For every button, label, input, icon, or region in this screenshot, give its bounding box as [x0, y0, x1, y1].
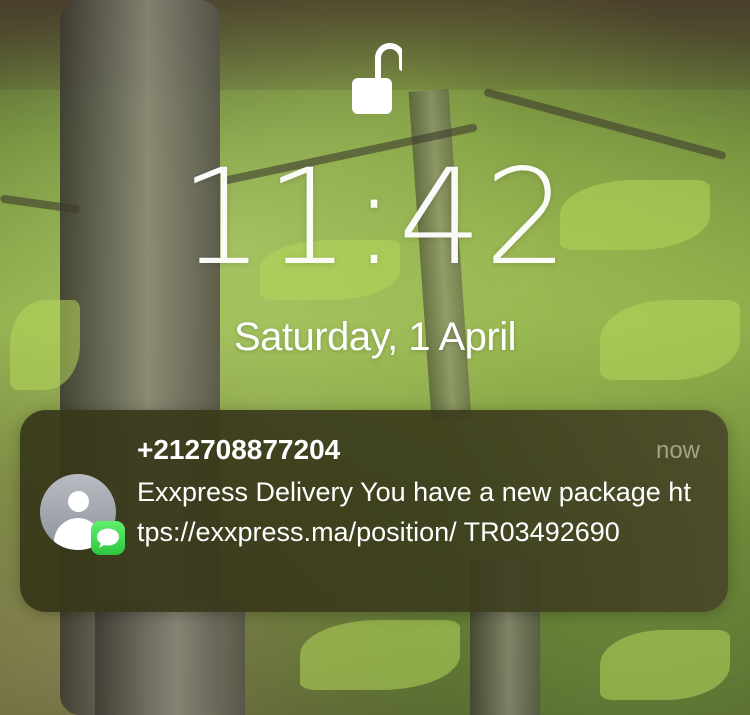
- lock-screen-time: 11:42: [179, 141, 571, 295]
- messages-icon: [91, 521, 125, 555]
- unlocked-padlock-icon[interactable]: [350, 36, 405, 116]
- notification-timestamp: now: [655, 437, 700, 464]
- foliage: [600, 630, 730, 700]
- foliage: [300, 620, 460, 690]
- avatar-head: [68, 491, 89, 512]
- lock-screen-date: Saturday, 1 April: [233, 315, 517, 359]
- message-notification[interactable]: +212708877204 now Exxpress Delivery You …: [20, 410, 728, 612]
- notification-sender: +212708877204: [137, 434, 341, 465]
- notification-message: Exxpress Delivery You have a new package…: [137, 477, 691, 547]
- tree-trunk: [95, 600, 245, 715]
